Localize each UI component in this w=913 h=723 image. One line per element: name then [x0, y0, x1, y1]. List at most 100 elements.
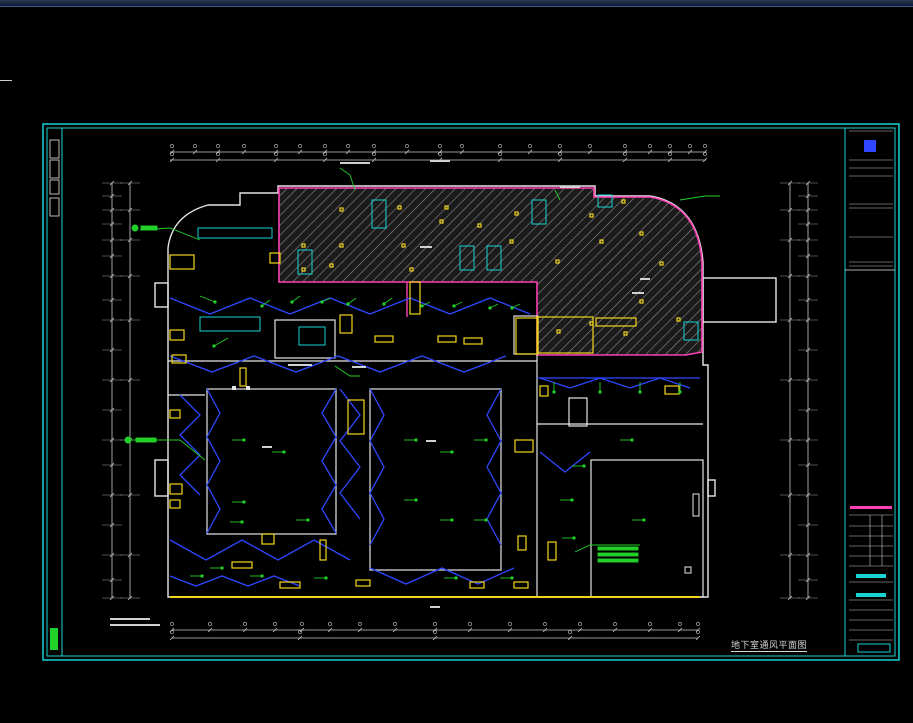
grid-bubble: [170, 622, 174, 626]
airflow-arrow: [199, 295, 216, 303]
grid-bubble: [696, 622, 700, 626]
grid-bubble: [208, 622, 212, 626]
arrow-head: [450, 450, 454, 454]
strip-cell: [49, 159, 60, 179]
grid-bubble: [568, 630, 572, 634]
drawing-label-mark: [288, 364, 312, 366]
title-block: [844, 128, 895, 656]
equipment-box: [231, 561, 253, 569]
equipment-box: [513, 581, 529, 589]
drawing-label-mark: [632, 292, 644, 294]
drawing-label-mark: [430, 160, 450, 162]
grid-bubble: [460, 144, 464, 148]
grid-bubble: [193, 144, 197, 148]
arrow-head: [320, 300, 324, 304]
drawing-label-mark: [352, 366, 366, 368]
arrow-head: [242, 500, 246, 504]
grid-bubble: [372, 144, 376, 148]
grid-bubble: [558, 152, 562, 156]
duct-segment: [539, 451, 591, 473]
column-marker: [684, 566, 692, 574]
grid-bubble: [170, 152, 174, 156]
duct-segment: [169, 297, 531, 315]
arrow-head: [630, 438, 634, 442]
equipment-box: [547, 541, 557, 561]
duct-segment: [206, 388, 221, 534]
grid-bubble: [358, 622, 362, 626]
grid-bubble: [242, 144, 246, 148]
equipment-box: [664, 385, 680, 395]
arrow-head: [346, 302, 350, 306]
grid-bubble: [613, 622, 617, 626]
arrow-head: [598, 390, 602, 394]
annotation-text-block: [597, 546, 639, 551]
drawing-label-mark: [430, 606, 440, 608]
grid-bubble: [688, 144, 692, 148]
cad-viewport[interactable]: [0, 0, 913, 723]
arrow-head: [638, 390, 642, 394]
grid-bubble: [274, 144, 278, 148]
grid-bubble: [372, 152, 376, 156]
grid-bubble: [703, 144, 707, 148]
arrow-head: [484, 518, 488, 522]
arrow-head: [242, 438, 246, 442]
arrow-head: [450, 518, 454, 522]
grid-bubble: [678, 622, 682, 626]
strip-cell: [49, 139, 60, 159]
arrow-head: [414, 438, 418, 442]
arrow-head: [484, 438, 488, 442]
duct-segment: [369, 388, 385, 546]
grid-bubble: [216, 144, 220, 148]
arrow-head: [282, 450, 286, 454]
drawing-label-mark: [110, 618, 150, 620]
arrow-head: [260, 574, 264, 578]
grid-bubble: [623, 144, 627, 148]
company-logo-mark: [864, 140, 876, 152]
grid-bubble: [216, 152, 220, 156]
grid-bubble: [243, 622, 247, 626]
grid-bubble: [668, 144, 672, 148]
grid-bubble: [648, 144, 652, 148]
equipment-box: [463, 337, 483, 345]
arrow-head: [306, 518, 310, 522]
duct-segment: [339, 388, 361, 520]
strip-cell: [49, 179, 60, 195]
equipment-box: [169, 254, 195, 270]
column-marker: [232, 386, 236, 390]
arrow-head: [570, 498, 574, 502]
grid-bubble: [648, 622, 652, 626]
arrow-head: [382, 302, 386, 306]
grid-bubble: [623, 152, 627, 156]
equipment-box: [319, 539, 327, 561]
arrow-head: [572, 536, 576, 540]
annotation-bubble: [124, 436, 132, 444]
arrow-head: [414, 498, 418, 502]
grid-bubble: [578, 622, 582, 626]
grid-bubble: [558, 144, 562, 148]
arrow-head: [454, 576, 458, 580]
arrow-head: [240, 520, 244, 524]
annotation-text-block: [597, 558, 639, 563]
grid-bubble: [405, 144, 409, 148]
equipment-box: [169, 329, 185, 341]
equipment-box: [169, 409, 181, 419]
arrow-head: [488, 306, 492, 310]
arrow-head: [642, 518, 646, 522]
equipment-box: [261, 533, 275, 545]
drawing-label-mark: [110, 624, 160, 626]
arrow-head: [200, 574, 204, 578]
grid-bubble: [323, 144, 327, 148]
grid-bubble: [323, 152, 327, 156]
arrow-head: [420, 304, 424, 308]
arrow-head: [324, 576, 328, 580]
arrow-head: [290, 300, 294, 304]
annotation-bubble: [131, 224, 139, 232]
equipment-box: [355, 579, 371, 587]
arrow-head: [452, 304, 456, 308]
grid-bubble: [498, 144, 502, 148]
duct-segment: [179, 394, 201, 496]
equipment-box: [514, 439, 534, 453]
equipment-box: [169, 499, 181, 509]
equipment-box: [374, 335, 394, 343]
duct-segment: [169, 539, 351, 561]
